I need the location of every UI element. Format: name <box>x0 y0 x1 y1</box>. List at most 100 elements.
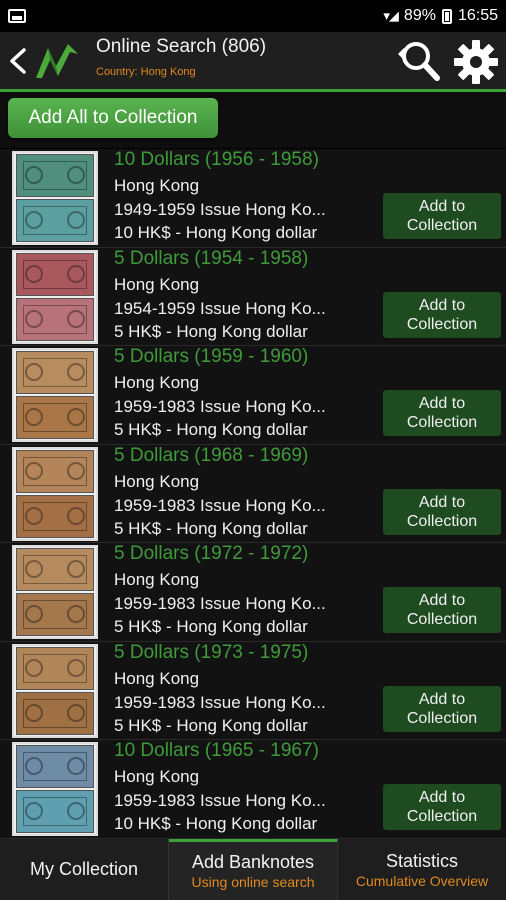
battery-percent: 89% <box>403 7 436 24</box>
banknote-emblem <box>67 560 85 578</box>
back-arrow-icon[interactable] <box>6 46 30 76</box>
list-item[interactable]: 5 Dollars (1959 - 1960) Hong Kong 1959-198… <box>0 346 506 445</box>
list-item[interactable]: 5 Dollars (1954 - 1958) Hong Kong 1954-195… <box>0 247 506 346</box>
item-title: 10 Dollars (1965 - 1967) <box>114 740 319 761</box>
banknote-front-image <box>16 154 94 197</box>
battery-icon <box>441 8 452 24</box>
item-country: Hong Kong <box>114 570 200 589</box>
app-logo-icon <box>36 44 78 78</box>
item-country: Hong Kong <box>114 471 200 491</box>
list-item[interactable]: 5 Dollars (1973 - 1975) Hong Kong 1959-198… <box>0 641 506 740</box>
add-all-to-collection-button[interactable]: Add All to Collection <box>8 98 218 138</box>
banknote-thumbnail[interactable] <box>12 742 98 836</box>
item-denomination: 5 HK$ - Hong Kong dollar <box>114 617 308 636</box>
banknote-thumbnail[interactable] <box>12 249 98 344</box>
item-issue: 1959-1983 Issue Hong Ko... <box>114 397 326 416</box>
banknote-back-image <box>16 691 94 735</box>
banknote-thumbnail[interactable] <box>12 446 98 541</box>
banknote-emblem <box>25 757 43 775</box>
item-issue: 1959-1983 Issue Hong Ko... <box>114 791 326 810</box>
add-to-collection-button[interactable]: Add to Collection <box>383 193 501 239</box>
item-issue: 1949-1959 Issue Hong Ko... <box>114 200 326 219</box>
add-to-collection-button[interactable]: Add to Collection <box>383 488 501 535</box>
search-icon[interactable] <box>394 38 442 84</box>
item-denomination: 5 HK$ - Hong Kong dollar <box>114 518 308 538</box>
status-right: ▾◢ 89% 16:55 <box>383 7 498 25</box>
banknote-thumbnail[interactable] <box>12 545 98 639</box>
item-issue: 1959-1983 Issue Hong Ko... <box>114 594 326 613</box>
banknote-thumbnail[interactable] <box>12 151 98 245</box>
banknote-emblem <box>67 703 85 722</box>
item-title: 5 Dollars (1968 - 1969) <box>114 444 309 466</box>
list-item[interactable]: 10 Dollars (1965 - 1967) Hong Kong 1959-19… <box>0 740 506 839</box>
wifi-signal-icon: ▾◢ <box>383 8 399 23</box>
item-denomination: 10 HK$ - Hong Kong dollar <box>114 814 318 833</box>
item-title: 10 Dollars (1956 - 1958) <box>114 149 319 170</box>
tab-sublabel: Using online search <box>191 874 315 890</box>
banknote-emblem <box>25 363 43 381</box>
item-title: 5 Dollars (1954 - 1958) <box>114 247 309 269</box>
banknote-back-image <box>16 297 94 341</box>
banknote-emblem <box>25 802 43 820</box>
banknote-back-image <box>16 396 94 439</box>
item-country: Hong Kong <box>114 767 200 786</box>
add-to-collection-button[interactable]: Add to Collection <box>383 784 501 830</box>
list-item[interactable]: 5 Dollars (1968 - 1969) Hong Kong 1959-198… <box>0 444 506 543</box>
banknote-front-image <box>16 351 94 394</box>
add-to-collection-button[interactable]: Add to Collection <box>383 685 501 732</box>
tab-label: My Collection <box>29 859 139 879</box>
banknote-emblem <box>25 166 43 184</box>
item-country: Hong Kong <box>114 274 200 294</box>
banknote-emblem <box>67 605 85 623</box>
banknote-front-image <box>16 646 94 690</box>
item-denomination: 10 HK$ - Hong Kong dollar <box>114 223 318 242</box>
page-title: Online Search (806) <box>96 36 267 57</box>
action-bar: Add All to Collection <box>0 92 506 148</box>
banknote-emblem <box>67 363 85 381</box>
item-denomination: 5 HK$ - Hong Kong dollar <box>114 715 308 735</box>
tab-sublabel: Cumulative Overview <box>355 872 489 889</box>
list-item[interactable]: 10 Dollars (1956 - 1958) Hong Kong 1949-19… <box>0 149 506 248</box>
tab-add-banknotes[interactable]: Add Banknotes Using online search <box>169 839 338 900</box>
settings-gear-icon[interactable] <box>452 38 500 86</box>
banknote-list[interactable]: 10 Dollars (1956 - 1958) Hong Kong 1949-19… <box>0 149 506 839</box>
country-subtitle: Country: Hong Kong <box>96 66 196 78</box>
banknote-thumbnail[interactable] <box>12 348 98 442</box>
banknote-thumbnail[interactable] <box>12 643 98 738</box>
status-bar: ▾◢ 89% 16:55 <box>0 0 506 32</box>
banknote-emblem <box>25 309 43 328</box>
banknote-back-image <box>16 494 94 538</box>
item-country: Hong Kong <box>114 668 200 688</box>
add-to-collection-button[interactable]: Add to Collection <box>383 390 501 436</box>
tab-statistics[interactable]: Statistics Cumulative Overview <box>338 839 506 900</box>
banknote-emblem <box>67 408 85 426</box>
item-title: 5 Dollars (1972 - 1972) <box>114 543 309 564</box>
banknote-emblem <box>67 506 85 525</box>
item-country: Hong Kong <box>114 176 200 195</box>
banknote-emblem <box>25 605 43 623</box>
banknote-back-image <box>16 199 94 242</box>
banknote-front-image <box>16 449 94 493</box>
banknote-emblem <box>25 461 43 480</box>
banknote-emblem <box>25 560 43 578</box>
banknote-emblem <box>25 506 43 525</box>
banknote-emblem <box>25 408 43 426</box>
banknote-emblem <box>67 461 85 480</box>
tab-my-collection[interactable]: My Collection <box>0 839 169 900</box>
banknote-back-image <box>16 593 94 636</box>
add-to-collection-button[interactable]: Add to Collection <box>383 291 501 338</box>
item-title: 5 Dollars (1973 - 1975) <box>114 641 309 663</box>
list-item[interactable]: 5 Dollars (1972 - 1972) Hong Kong 1959-198… <box>0 543 506 642</box>
tab-label: Add Banknotes <box>191 852 315 872</box>
banknote-front-image <box>16 252 94 296</box>
add-to-collection-button[interactable]: Add to Collection <box>383 587 501 633</box>
banknote-emblem <box>25 703 43 722</box>
item-title: 5 Dollars (1959 - 1960) <box>114 346 309 367</box>
item-issue: 1959-1983 Issue Hong Ko... <box>114 692 326 712</box>
bottom-navigation: My Collection Add Banknotes Using online… <box>0 839 506 900</box>
item-issue: 1954-1959 Issue Hong Ko... <box>114 298 326 318</box>
banknote-emblem <box>25 211 43 229</box>
image-notification-icon <box>8 9 26 23</box>
banknote-emblem <box>67 166 85 184</box>
banknote-emblem <box>67 211 85 229</box>
